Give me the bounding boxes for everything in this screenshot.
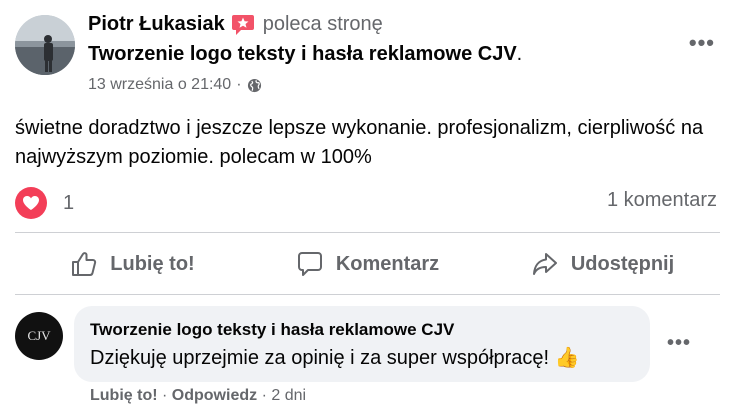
post-meta: 13 września o 21:40 · [88,76,262,94]
comment-like-button[interactable]: Lubię to! [90,387,158,404]
comment-button[interactable]: Komentarz [250,240,485,288]
post-body: świetne doradztwo i jeszcze lepsze wykon… [15,117,704,168]
comment-age[interactable]: 2 dni [271,387,306,404]
comment-label: Komentarz [335,252,440,275]
comment-separator-2: · [261,387,267,404]
heart-icon [15,187,47,219]
comment-bubble-icon [297,252,322,276]
post-menu-button[interactable]: ••• [689,30,715,56]
reaction-count: 1 [63,191,75,214]
share-button[interactable]: Udostępnij [485,240,720,288]
author-name[interactable]: Piotr Łukasiak [88,13,225,36]
post-timestamp[interactable]: 13 września o 21:40 [88,76,231,94]
post-header: Piotr Łukasiak poleca stronę [88,13,383,36]
commenter-avatar[interactable]: CJV [15,312,63,360]
page-name-suffix: . [516,43,523,65]
thumbs-up-icon [72,252,97,276]
recommendation-icon [231,14,255,36]
share-arrow-icon [532,253,557,275]
comment-reply-button[interactable]: Odpowiedz [172,387,257,404]
like-button[interactable]: Lubię to! [15,240,250,288]
comment-separator-1: · [162,387,168,404]
page-name-link[interactable]: Tworzenie logo teksty i hasła reklamowe … [88,43,517,65]
divider-bottom [15,294,720,295]
like-label: Lubię to! [110,252,195,275]
recommends-label: poleca stronę [262,13,383,35]
comment-author[interactable]: Tworzenie logo teksty i hasła reklamowe … [90,320,454,340]
globe-icon [247,78,262,93]
comment-bubble [74,306,650,382]
action-bar: Lubię to! Komentarz Udostępnij [15,240,720,288]
comment-actions: Lubię to! · Odpowiedz · 2 dni [90,387,306,405]
comment-text: Dziękuję uprzejmie za opinię i za super … [90,347,580,369]
meta-separator: · [236,76,242,93]
author-avatar[interactable] [15,15,75,75]
commenter-avatar-logo: CJV [27,328,51,343]
comment-count-link[interactable]: 1 komentarz [607,189,717,212]
comment-menu-button[interactable]: ••• [667,332,691,355]
divider-top [15,232,720,233]
recommended-page: Tworzenie logo teksty i hasła reklamowe … [88,43,522,66]
share-label: Udostępnij [570,252,675,275]
reactions-summary[interactable]: 1 [15,187,74,219]
